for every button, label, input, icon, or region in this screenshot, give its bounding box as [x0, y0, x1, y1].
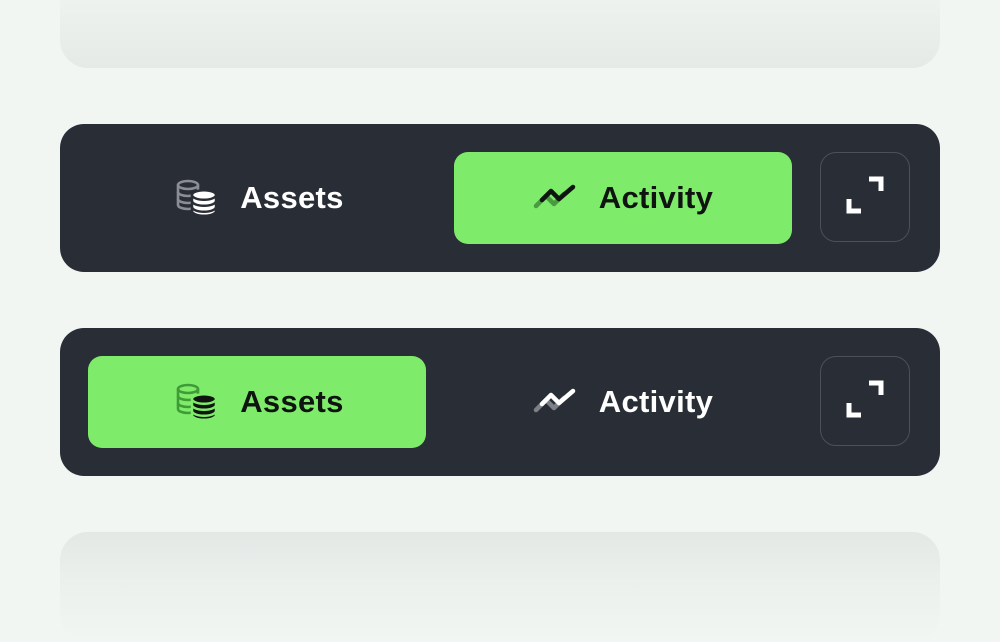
faded-panel-bottom — [60, 532, 940, 642]
expand-icon — [845, 379, 885, 424]
tab-activity-label: Activity — [598, 384, 714, 419]
coins-stack-icon — [174, 382, 218, 422]
expand-icon — [845, 175, 885, 220]
expand-button[interactable] — [820, 152, 910, 242]
tab-assets-label: Assets — [240, 384, 344, 419]
activity-chart-icon — [533, 388, 577, 416]
segmented-control-assets-selected: Assets Activity — [60, 328, 940, 476]
tab-activity-label: Activity — [598, 180, 714, 215]
tab-assets-label: Assets — [240, 180, 344, 215]
faded-panel-top — [60, 0, 940, 68]
coins-stack-icon — [174, 178, 218, 218]
tab-assets[interactable]: Assets — [88, 356, 426, 448]
tab-assets[interactable]: Assets — [88, 152, 426, 244]
expand-button[interactable] — [820, 356, 910, 446]
activity-chart-icon — [533, 184, 577, 212]
tab-activity[interactable]: Activity — [454, 356, 792, 448]
segmented-control-activity-selected: Assets Activity — [60, 124, 940, 272]
tab-activity[interactable]: Activity — [454, 152, 792, 244]
